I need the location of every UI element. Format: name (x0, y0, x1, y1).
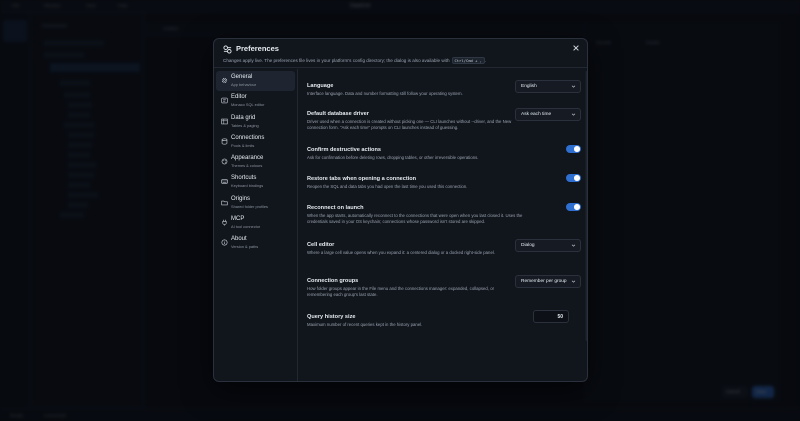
chevron-down-icon (571, 113, 576, 116)
palette-icon (221, 158, 228, 165)
setting-title: Reconnect on launch (307, 205, 364, 211)
select-value: Dialog (521, 243, 535, 248)
setting-description: Driver used when a connection is created… (307, 119, 512, 131)
scrollbar[interactable] (585, 71, 588, 381)
gear-icon (221, 77, 228, 84)
setting-description: Reopen the SQL and data tabs you had ope… (307, 184, 468, 189)
database-icon (221, 138, 228, 145)
nav-label: About (231, 236, 247, 243)
toggle-knob (574, 175, 580, 181)
setting-title: Cell editor (307, 242, 335, 248)
info-icon (221, 239, 228, 246)
nav-sublabel: Keyboard bindings (231, 183, 264, 189)
subtitle-text: Changes apply live. The preferences file… (223, 58, 450, 63)
nav-sublabel: Monaco SQL editor (231, 102, 265, 108)
setting-description: Maximum number of recent queries kept in… (307, 322, 423, 327)
nav-item-editor[interactable]: Editor Monaco SQL editor (216, 91, 295, 111)
restore-tabs-toggle[interactable] (566, 174, 581, 182)
dialog-header: Preferences Changes apply live. The pref… (214, 39, 587, 68)
nav-label: Connections (231, 134, 265, 141)
reconnect-toggle[interactable] (566, 203, 581, 211)
setting-title: Query history size (307, 314, 356, 320)
connection-groups-select[interactable]: Remember per group (515, 275, 581, 288)
setting-title: Confirm destructive actions (307, 147, 381, 153)
setting-description: Where a large cell value opens when you … (307, 250, 495, 255)
nav-item-mcp[interactable]: MCP AI tool connector (216, 213, 295, 233)
chevron-down-icon (571, 280, 576, 283)
preferences-dialog: Preferences Changes apply live. The pref… (213, 38, 588, 382)
nav-label: General (231, 74, 253, 80)
cell-editor-select[interactable]: Dialog (515, 239, 581, 252)
preferences-nav: General App behaviour Editor Monaco SQL … (214, 69, 298, 381)
setting-title: Language (307, 83, 334, 89)
dialog-subtitle: Changes apply live. The preferences file… (223, 57, 486, 64)
nav-sublabel: Shared folder profiles (231, 203, 268, 209)
nav-sublabel: Pools & limits (231, 142, 255, 148)
nav-sublabel: Themes & colours (231, 163, 263, 169)
query-history-input[interactable]: 50 (533, 310, 569, 323)
nav-label: Shortcuts (231, 175, 257, 182)
close-icon (572, 45, 579, 51)
nav-sublabel: Tables & paging (231, 122, 259, 128)
setting-title: Restore tabs when opening a connection (307, 176, 417, 182)
nav-label: MCP (231, 216, 245, 223)
nav-item-connections[interactable]: Connections Pools & limits (216, 132, 295, 152)
nav-item-origins[interactable]: Origins Shared folder profiles (216, 193, 295, 213)
nav-sublabel: App behaviour (231, 82, 257, 87)
settings-panel: Language Interface language. Data and nu… (299, 69, 588, 381)
select-value: Remember per group (521, 279, 567, 284)
nav-item-general[interactable]: General App behaviour (216, 71, 295, 92)
setting-description: Interface language. Data and number form… (307, 91, 463, 96)
select-value: Ask each time (521, 112, 552, 117)
chevron-down-icon (571, 244, 576, 247)
toggle-knob (574, 204, 580, 210)
nav-label: Appearance (231, 155, 264, 162)
subtitle-suffix: . (484, 58, 487, 63)
dialog-title: Preferences (236, 44, 279, 53)
nav-item-appearance[interactable]: Appearance Themes & colours (216, 152, 295, 172)
setting-title: Connection groups (307, 278, 359, 284)
nav-item-shortcuts[interactable]: Shortcuts Keyboard bindings (216, 172, 295, 192)
shortcut-kbd: Ctrl/Cmd + , (451, 57, 485, 64)
table-icon (221, 118, 228, 124)
language-select[interactable]: English (515, 80, 581, 93)
close-button[interactable] (571, 44, 580, 53)
plug-icon (222, 219, 227, 226)
nav-item-about[interactable]: About Version & paths (216, 233, 295, 253)
nav-sublabel: AI tool connector (231, 224, 261, 230)
toggle-knob (574, 146, 580, 152)
nav-label: Origins (231, 195, 251, 202)
nav-item-data-grid[interactable]: Data grid Tables & paging (216, 112, 295, 132)
setting-description: When the app starts, automatically recon… (307, 213, 523, 225)
folder-icon (221, 200, 228, 206)
setting-description: Ask for confirmation before deleting row… (307, 155, 479, 160)
nav-sublabel: Version & paths (231, 244, 259, 250)
chevron-down-icon (571, 85, 576, 88)
code-icon (221, 98, 228, 104)
select-value: English (521, 84, 537, 89)
nav-label: Data grid (231, 114, 256, 121)
setting-title: Default database driver (307, 111, 369, 117)
default-driver-select[interactable]: Ask each time (515, 108, 581, 121)
confirm-destructive-toggle[interactable] (566, 145, 581, 153)
sliders-icon (223, 45, 232, 54)
keyboard-icon (221, 179, 228, 185)
setting-description: How folder groups appear in the File men… (307, 286, 495, 298)
nav-label: Editor (231, 94, 247, 101)
